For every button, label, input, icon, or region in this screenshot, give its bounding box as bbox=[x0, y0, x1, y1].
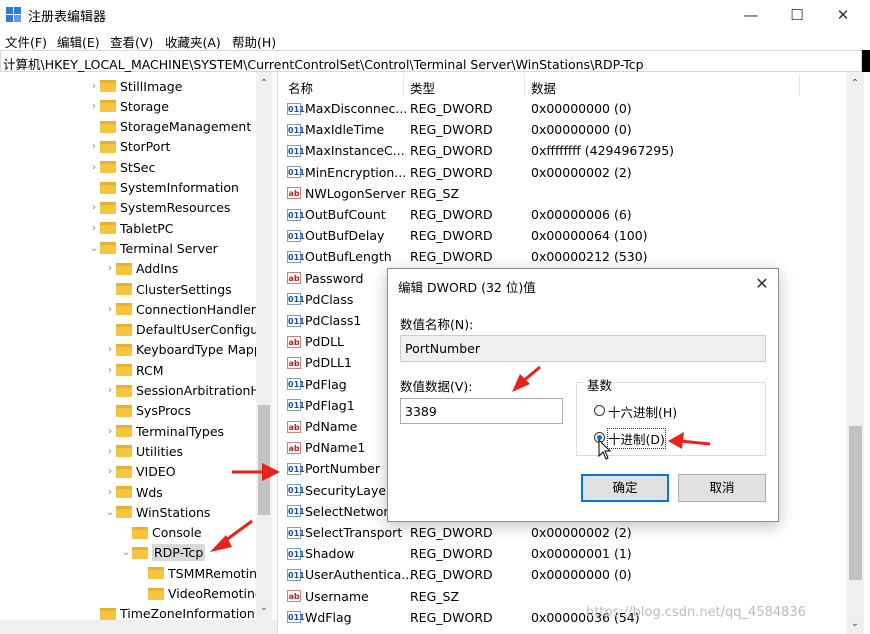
arrow-to-portnumber-icon bbox=[232, 463, 280, 481]
watermark: https://blog.csdn.net/qq_4584836 bbox=[586, 605, 806, 620]
arrow-to-data-field-icon bbox=[512, 365, 541, 392]
arrow-to-rdp-tcp-icon bbox=[210, 519, 253, 552]
annotation-arrows bbox=[210, 365, 711, 552]
arrow-to-decimal-icon bbox=[668, 432, 711, 449]
